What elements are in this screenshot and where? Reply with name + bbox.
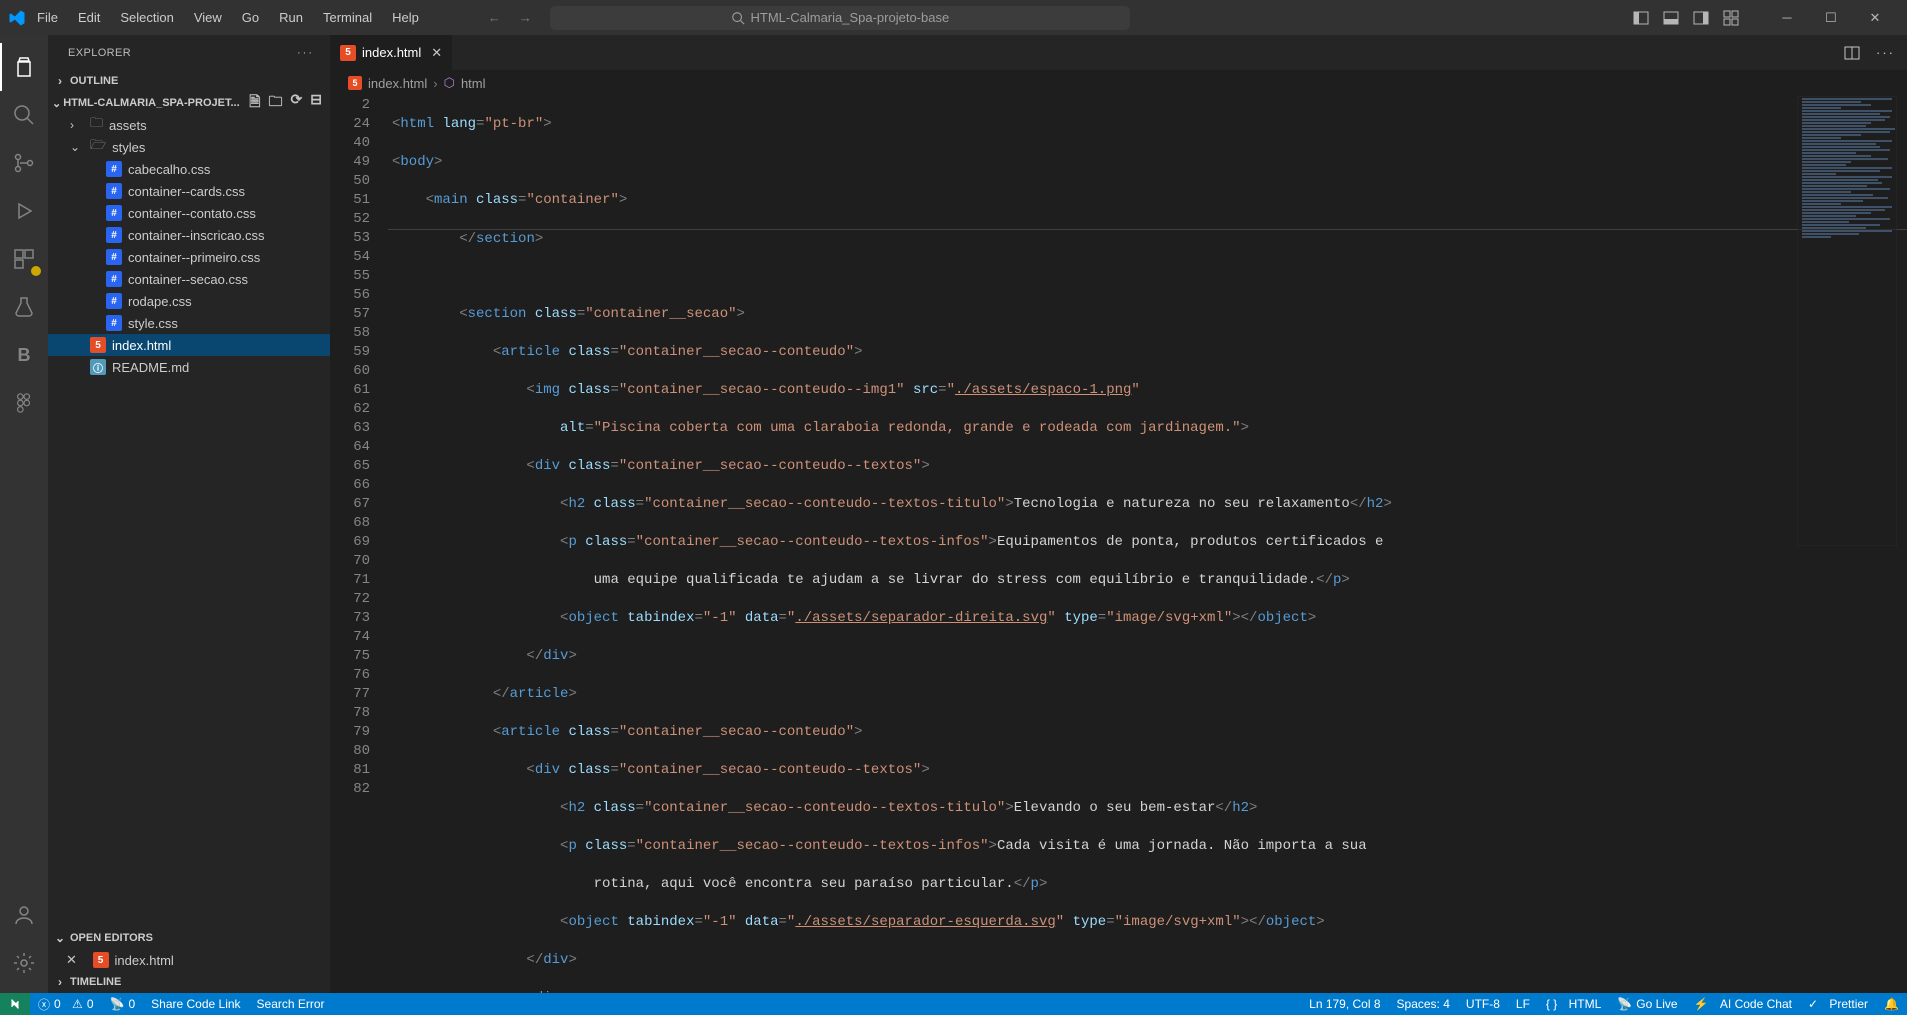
- menu-help[interactable]: Help: [383, 4, 428, 31]
- menu-terminal[interactable]: Terminal: [314, 4, 381, 31]
- activity-account[interactable]: [0, 891, 48, 939]
- customize-layout-icon[interactable]: [1723, 10, 1739, 26]
- tree-file-indexhtml[interactable]: 5index.html: [48, 334, 330, 356]
- vscode-logo-icon: [8, 9, 26, 27]
- new-file-icon[interactable]: 🗎: [249, 91, 260, 115]
- editor-tab-indexhtml[interactable]: 5 index.html ✕: [330, 35, 453, 70]
- close-editor-icon[interactable]: ✕: [66, 952, 77, 968]
- menu-run[interactable]: Run: [270, 4, 312, 31]
- status-eol[interactable]: LF: [1508, 993, 1538, 1015]
- remote-indicator[interactable]: [0, 993, 30, 1015]
- breadcrumb-symbol-icon: ⬡: [444, 75, 455, 91]
- search-title: HTML-Calmaria_Spa-projeto-base: [751, 10, 950, 25]
- tree-file-css[interactable]: #container--inscricao.css: [48, 224, 330, 246]
- status-problems[interactable]: ⓧ0 ⚠0: [30, 993, 102, 1015]
- status-ai-chat[interactable]: ⚡ AI Code Chat: [1686, 993, 1800, 1015]
- open-editor-item[interactable]: ✕ 5index.html: [48, 949, 330, 971]
- status-language[interactable]: { } HTML: [1538, 993, 1609, 1015]
- open-editors-section[interactable]: ⌄OPEN EDITORS: [48, 927, 330, 949]
- toggle-panel-right-icon[interactable]: [1693, 10, 1709, 26]
- window-minimize[interactable]: ─: [1765, 0, 1809, 35]
- code-editor[interactable]: 2244049505152535455565758596061626364656…: [330, 96, 1907, 993]
- status-encoding[interactable]: UTF-8: [1458, 993, 1508, 1015]
- status-cursor-pos[interactable]: Ln 179, Col 8: [1301, 993, 1388, 1015]
- activity-explorer[interactable]: [0, 43, 48, 91]
- warning-badge: [30, 265, 42, 277]
- search-icon: [731, 11, 745, 25]
- window-close[interactable]: ✕: [1853, 0, 1897, 35]
- status-indentation[interactable]: Spaces: 4: [1389, 993, 1458, 1015]
- breadcrumb-file[interactable]: index.html: [368, 76, 427, 91]
- activity-source-control[interactable]: [0, 139, 48, 187]
- tab-close-icon[interactable]: ✕: [431, 45, 442, 61]
- outline-section[interactable]: ›OUTLINE: [48, 70, 330, 92]
- status-go-live[interactable]: 📡Go Live: [1609, 993, 1685, 1015]
- menu-selection[interactable]: Selection: [111, 4, 182, 31]
- tree-folder-assets[interactable]: ›🗀assets: [48, 114, 330, 136]
- tree-file-css[interactable]: #cabecalho.css: [48, 158, 330, 180]
- explorer-title: EXPLORER: [68, 47, 131, 59]
- activity-bold[interactable]: B: [0, 331, 48, 379]
- tree-file-css[interactable]: #rodape.css: [48, 290, 330, 312]
- tree-file-css[interactable]: #style.css: [48, 312, 330, 334]
- minimap[interactable]: [1797, 96, 1897, 546]
- window-maximize[interactable]: ☐: [1809, 0, 1853, 35]
- explorer-more-icon[interactable]: ···: [297, 47, 314, 59]
- menu-file[interactable]: File: [28, 4, 67, 31]
- refresh-icon[interactable]: ⟳: [291, 91, 303, 115]
- workspace-folder[interactable]: ⌄HTML-CALMARIA_SPA-PROJET... 🗎 🗀 ⟳ ⊟: [48, 92, 330, 114]
- split-editor-icon[interactable]: [1844, 45, 1860, 61]
- status-ports[interactable]: 📡0: [102, 993, 144, 1015]
- breadcrumb-scope[interactable]: html: [461, 76, 486, 91]
- menu-edit[interactable]: Edit: [69, 4, 109, 31]
- code-content[interactable]: <html lang="pt-br"> <body> <main class="…: [388, 96, 1907, 993]
- tree-folder-styles[interactable]: ⌄🗁styles: [48, 136, 330, 158]
- activity-run-debug[interactable]: [0, 187, 48, 235]
- tree-file-readme[interactable]: ⓘREADME.md: [48, 356, 330, 378]
- activity-figma[interactable]: [0, 379, 48, 427]
- nav-forward-icon[interactable]: →: [519, 10, 532, 25]
- status-search-error[interactable]: Search Error: [249, 993, 333, 1015]
- collapse-icon[interactable]: ⊟: [310, 91, 322, 115]
- tree-file-css[interactable]: #container--primeiro.css: [48, 246, 330, 268]
- line-number-gutter: 2244049505152535455565758596061626364656…: [330, 96, 388, 993]
- activity-extensions[interactable]: [0, 235, 48, 283]
- status-notifications[interactable]: 🔔: [1876, 993, 1907, 1015]
- activity-settings[interactable]: [0, 939, 48, 987]
- menu-go[interactable]: Go: [233, 4, 268, 31]
- nav-back-icon[interactable]: ←: [488, 10, 501, 25]
- tree-file-css[interactable]: #container--cards.css: [48, 180, 330, 202]
- status-prettier[interactable]: ✓ Prettier: [1800, 993, 1876, 1015]
- html-file-icon: 5: [340, 45, 356, 61]
- status-share-link[interactable]: Share Code Link: [143, 993, 248, 1015]
- activity-search[interactable]: [0, 91, 48, 139]
- breadcrumb-separator: ›: [433, 76, 437, 91]
- menu-view[interactable]: View: [185, 4, 231, 31]
- toggle-panel-left-icon[interactable]: [1633, 10, 1649, 26]
- activity-testing[interactable]: [0, 283, 48, 331]
- timeline-section[interactable]: ›TIMELINE: [48, 971, 330, 993]
- html-file-icon: 5: [348, 76, 362, 90]
- toggle-panel-bottom-icon[interactable]: [1663, 10, 1679, 26]
- tree-file-css[interactable]: #container--secao.css: [48, 268, 330, 290]
- new-folder-icon[interactable]: 🗀: [269, 91, 283, 115]
- tree-file-css[interactable]: #container--contato.css: [48, 202, 330, 224]
- tab-label: index.html: [362, 45, 421, 60]
- tab-more-icon[interactable]: ···: [1876, 45, 1895, 60]
- command-center-search[interactable]: HTML-Calmaria_Spa-projeto-base: [550, 6, 1130, 30]
